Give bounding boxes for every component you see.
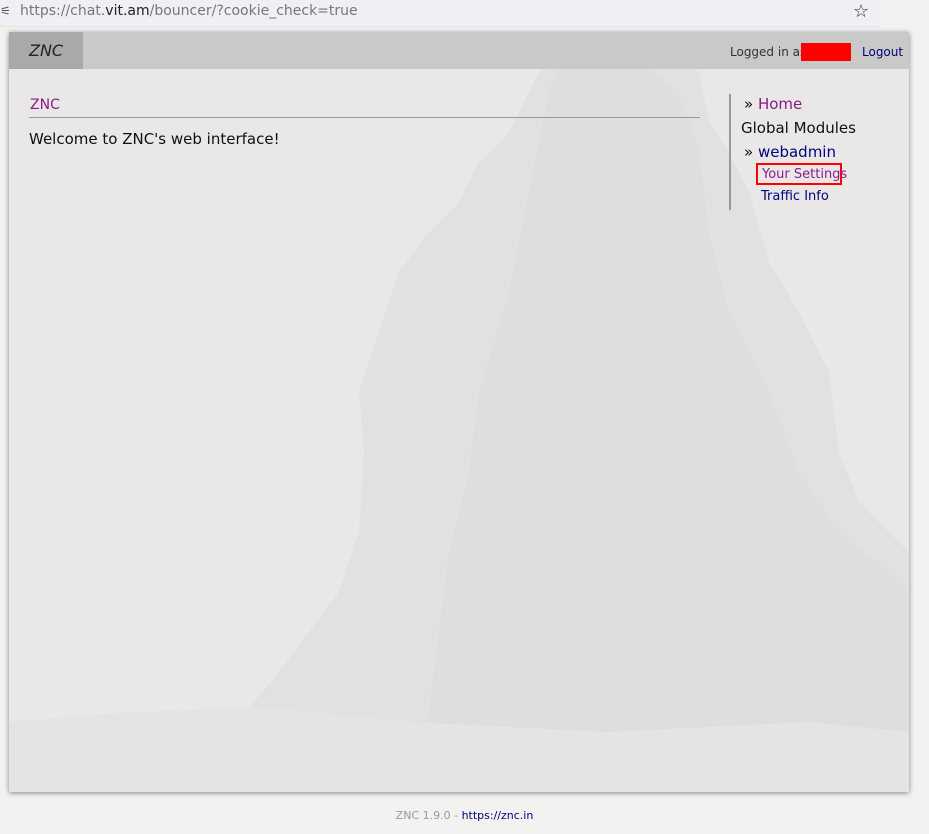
bullet-marker: »	[744, 95, 754, 113]
nav-item-webadmin[interactable]: » webadmin	[744, 143, 836, 161]
url-path: /bouncer/?cookie_check=true	[149, 3, 358, 19]
page-title: ZNC	[30, 97, 60, 113]
bullet-marker: »	[744, 143, 754, 161]
znc-page-panel: ZNC Logged in as: Logout ZNC Welcome to …	[9, 32, 909, 792]
global-modules-heading: Global Modules	[741, 119, 856, 137]
brand-logo-text[interactable]: ZNC	[29, 41, 63, 60]
brand-tab[interactable]: ZNC	[9, 32, 83, 69]
top-bar: ZNC Logged in as: Logout	[9, 32, 909, 69]
bookmark-star-icon[interactable]: ☆	[853, 1, 869, 22]
title-divider	[29, 117, 700, 118]
sidebar-divider	[729, 94, 731, 210]
logged-in-label: Logged in as:	[730, 45, 811, 59]
your-settings-link[interactable]: Your Settings	[756, 163, 847, 185]
footer-link[interactable]: https://znc.in	[462, 809, 534, 822]
username-redaction	[801, 43, 851, 61]
welcome-text: Welcome to ZNC's web interface!	[29, 130, 280, 148]
footer: ZNC 1.9.0 - https://znc.in	[0, 809, 929, 822]
home-link[interactable]: Home	[758, 95, 802, 113]
logout-link[interactable]: Logout	[862, 45, 903, 59]
url-text[interactable]: https://chat.vit.am/bouncer/?cookie_chec…	[20, 3, 358, 19]
url-host: vit.am	[105, 3, 150, 19]
browser-address-bar[interactable]: ⚟ https://chat.vit.am/bouncer/?cookie_ch…	[0, 0, 880, 27]
nav-item-home[interactable]: » Home	[744, 95, 802, 113]
url-prefix: https://chat.	[20, 3, 106, 19]
site-info-icon[interactable]: ⚟	[0, 4, 11, 18]
webadmin-link[interactable]: webadmin	[758, 143, 836, 161]
traffic-info-link[interactable]: Traffic Info	[761, 189, 829, 204]
footer-version: ZNC 1.9.0 -	[395, 809, 462, 822]
